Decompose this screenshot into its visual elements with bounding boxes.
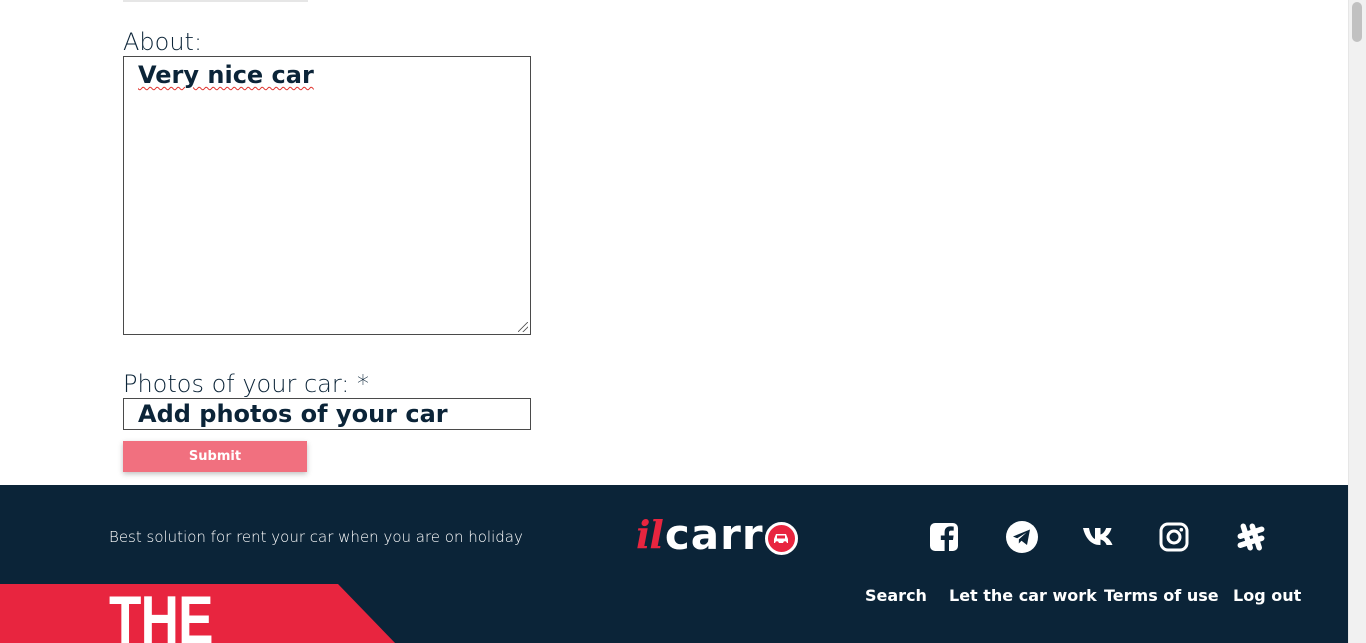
page-scrollbar[interactable] — [1348, 0, 1366, 643]
telegram-icon[interactable] — [1004, 519, 1040, 555]
promo-banner-text: THE — [109, 582, 214, 643]
footer-nav-terms-of-use[interactable]: Terms of use — [1104, 586, 1219, 605]
about-textarea-value: Very nice car — [138, 61, 314, 89]
photos-label: Photos of your car: * — [123, 370, 370, 398]
promo-banner: THE — [0, 584, 396, 643]
about-label: About: — [123, 28, 203, 56]
footer-nav-log-out[interactable]: Log out — [1233, 586, 1301, 605]
photos-file-input-text: Add photos of your car — [138, 400, 448, 428]
photos-file-input[interactable]: Add photos of your car — [123, 398, 531, 430]
previous-field-edge — [123, 0, 308, 2]
scrollbar-thumb[interactable] — [1352, 2, 1362, 42]
vk-icon[interactable] — [1082, 519, 1118, 555]
facebook-icon[interactable] — [926, 519, 962, 555]
instagram-icon[interactable] — [1156, 519, 1192, 555]
footer-nav-search[interactable]: Search — [865, 586, 927, 605]
resize-handle-icon[interactable] — [518, 322, 528, 332]
footer: Best solution for rent your car when you… — [0, 485, 1349, 643]
about-textarea[interactable]: Very nice car — [123, 56, 531, 335]
social-links — [0, 519, 1349, 555]
footer-nav-let-the-car-work[interactable]: Let the car work — [949, 586, 1097, 605]
submit-button[interactable]: Submit — [123, 441, 307, 472]
slack-icon[interactable] — [1233, 519, 1269, 555]
